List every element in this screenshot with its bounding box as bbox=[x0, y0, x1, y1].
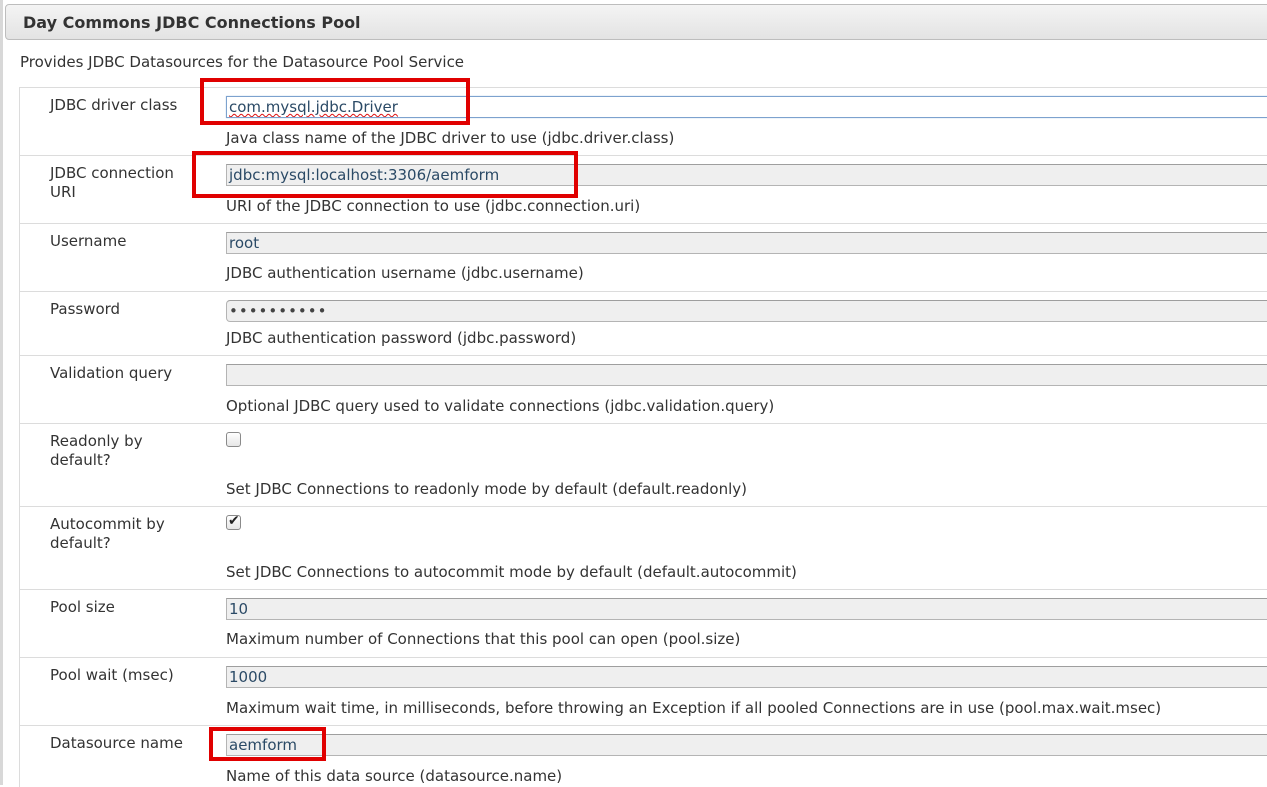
panel-description: Provides JDBC Datasources for the Dataso… bbox=[20, 53, 465, 71]
validation-query-label: Validation query bbox=[50, 364, 173, 382]
pool-wait-help: Maximum wait time, in milliseconds, befo… bbox=[226, 699, 1162, 717]
autocommit-checkbox[interactable]: ✔ bbox=[226, 513, 241, 530]
autocommit-help: Set JDBC Connections to autocommit mode … bbox=[226, 563, 797, 581]
validation-query-help: Optional JDBC query used to validate con… bbox=[226, 397, 775, 415]
property-datasource-name: Datasource name aemform Name of this dat… bbox=[19, 725, 1267, 787]
property-pool-wait: Pool wait (msec) 1000 Maximum wait time,… bbox=[19, 657, 1267, 725]
username-input[interactable]: root bbox=[226, 232, 1267, 254]
property-pool-size: Pool size 10 Maximum number of Connectio… bbox=[19, 589, 1267, 657]
highlight-box-driver-class bbox=[200, 78, 470, 125]
pool-wait-label: Pool wait (msec) bbox=[50, 666, 174, 684]
driver-class-help: Java class name of the JDBC driver to us… bbox=[226, 129, 675, 147]
readonly-checkbox[interactable] bbox=[226, 432, 241, 447]
readonly-help: Set JDBC Connections to readonly mode by… bbox=[226, 480, 747, 498]
pool-size-help: Maximum number of Connections that this … bbox=[226, 630, 741, 648]
property-password: Password •••••••••• JDBC authentication … bbox=[19, 291, 1267, 355]
username-help: JDBC authentication username (jdbc.usern… bbox=[226, 264, 584, 282]
datasource-name-help: Name of this data source (datasource.nam… bbox=[226, 767, 563, 785]
highlight-box-connection-uri bbox=[192, 151, 578, 198]
property-username: Username root JDBC authentication userna… bbox=[19, 223, 1267, 291]
checkmark-icon: ✔ bbox=[228, 513, 240, 529]
pool-size-label: Pool size bbox=[50, 598, 115, 616]
panel-header: Day Commons JDBC Connections Pool bbox=[5, 4, 1267, 40]
connection-uri-help: URI of the JDBC connection to use (jdbc.… bbox=[226, 197, 641, 215]
password-input[interactable]: •••••••••• bbox=[226, 300, 1267, 322]
property-autocommit: Autocommit by default? ✔ Set JDBC Connec… bbox=[19, 506, 1267, 589]
validation-query-input[interactable] bbox=[226, 364, 1267, 386]
password-help: JDBC authentication password (jdbc.passw… bbox=[226, 329, 577, 347]
driver-class-label: JDBC driver class bbox=[50, 96, 178, 114]
username-label: Username bbox=[50, 232, 127, 250]
pool-size-input[interactable]: 10 bbox=[226, 598, 1267, 620]
connection-uri-label: JDBC connection URI bbox=[50, 164, 174, 201]
readonly-label: Readonly by default? bbox=[50, 432, 143, 469]
password-label: Password bbox=[50, 300, 121, 318]
datasource-name-label: Datasource name bbox=[50, 734, 183, 752]
property-validation-query: Validation query Optional JDBC query use… bbox=[19, 355, 1267, 423]
datasource-name-input[interactable]: aemform bbox=[226, 734, 1267, 756]
highlight-box-datasource-name bbox=[209, 727, 326, 761]
panel-title: Day Commons JDBC Connections Pool bbox=[23, 13, 361, 32]
pool-wait-input[interactable]: 1000 bbox=[226, 666, 1267, 688]
property-readonly: Readonly by default? Set JDBC Connection… bbox=[19, 423, 1267, 506]
autocommit-label: Autocommit by default? bbox=[50, 515, 165, 552]
page-left-border bbox=[0, 0, 3, 785]
